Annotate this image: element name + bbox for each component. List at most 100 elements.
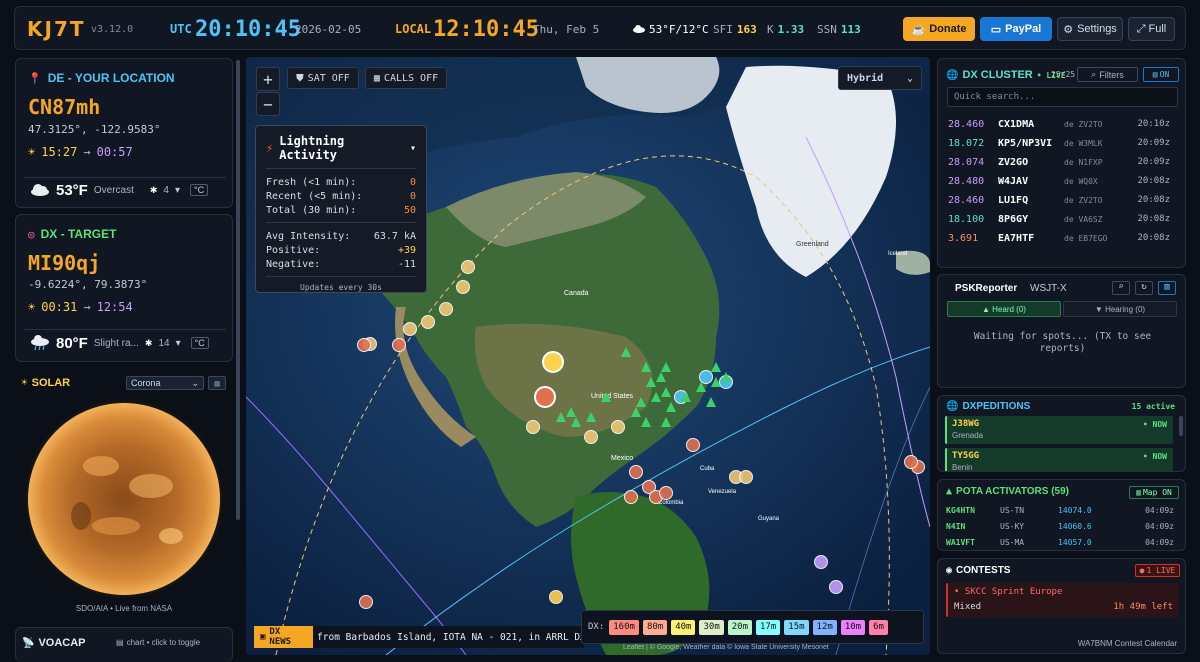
band-chip[interactable]: 15m bbox=[784, 619, 809, 635]
band-chip[interactable]: 40m bbox=[671, 619, 696, 635]
unit-toggle[interactable]: °C bbox=[190, 184, 209, 196]
spot-marker[interactable] bbox=[686, 438, 700, 452]
pota-row[interactable]: N4IN US-KY 14060.6 04:09z bbox=[946, 522, 1174, 531]
dx-spot-row[interactable]: 28.460 LU1FQ de ZV2TO 20:08z bbox=[948, 190, 1176, 210]
spot-marker[interactable] bbox=[829, 580, 843, 594]
band-chip[interactable]: 30m bbox=[699, 619, 724, 635]
pota-marker[interactable] bbox=[666, 402, 676, 412]
dx-spot-row[interactable]: 3.691 EA7HTF de EB7EGO 20:08z bbox=[948, 228, 1176, 248]
band-chip[interactable]: 12m bbox=[812, 619, 837, 635]
voacap-panel[interactable]: 📡 VOACAP ▤ chart • click to toggle bbox=[15, 627, 233, 662]
collapse-icon[interactable]: ▾ bbox=[410, 143, 416, 154]
spot-marker[interactable] bbox=[814, 555, 828, 569]
spot-marker[interactable] bbox=[549, 590, 563, 604]
station-marker[interactable] bbox=[542, 351, 564, 373]
unit-toggle[interactable]: °C bbox=[190, 337, 209, 349]
dx-cluster-filters-button[interactable]: ⌕ Filters bbox=[1077, 67, 1138, 82]
solar-image-select[interactable]: Corona ⌄ bbox=[126, 376, 204, 390]
spot-marker[interactable] bbox=[403, 322, 417, 336]
pota-map-toggle[interactable]: ▥ Map ON bbox=[1129, 486, 1179, 499]
pota-marker[interactable] bbox=[556, 412, 566, 422]
map-layer-select[interactable]: Hybrid ⌄ bbox=[838, 66, 922, 90]
spot-marker[interactable] bbox=[526, 420, 540, 434]
psk-tab-wsjtx[interactable]: WSJT-X bbox=[1030, 283, 1067, 294]
pota-marker[interactable] bbox=[651, 392, 661, 402]
pota-marker[interactable] bbox=[711, 362, 721, 372]
psk-heard-tab[interactable]: ▲ Heard (0) bbox=[947, 301, 1061, 317]
paypal-button[interactable]: ▭ PayPal bbox=[980, 17, 1052, 41]
dxpedition-item[interactable]: TY5GG Benin • NOW bbox=[945, 448, 1173, 471]
sat-toggle[interactable]: ⛊ SAT OFF bbox=[287, 67, 359, 89]
collapse-icon[interactable]: ▾ bbox=[175, 185, 180, 196]
spot-marker[interactable] bbox=[359, 595, 373, 609]
world-map[interactable]: Canada Greenland Iceland United States M… bbox=[246, 57, 930, 655]
collapse-icon[interactable]: ▾ bbox=[176, 338, 181, 349]
pota-marker[interactable] bbox=[621, 347, 631, 357]
contests-footer-link[interactable]: WA7BNM Contest Calendar bbox=[1078, 639, 1177, 648]
left-scrollbar[interactable] bbox=[236, 60, 240, 520]
pota-row[interactable]: WA1VFT US-MA 14057.0 04:09z bbox=[946, 538, 1174, 547]
band-chip[interactable]: 80m bbox=[642, 619, 668, 635]
pota-marker[interactable] bbox=[646, 377, 656, 387]
pota-marker[interactable] bbox=[721, 372, 731, 382]
dx-spot-row[interactable]: 28.074 ZV2GO de N1FXP 20:09z bbox=[948, 152, 1176, 172]
band-chip[interactable]: 20m bbox=[727, 619, 753, 635]
pota-row[interactable]: KG4HTN US-TN 14074.0 04:09z bbox=[946, 506, 1174, 515]
pota-marker[interactable] bbox=[706, 397, 716, 407]
spot-marker[interactable] bbox=[624, 490, 638, 504]
pota-marker[interactable] bbox=[656, 372, 666, 382]
band-chip[interactable]: 160m bbox=[609, 619, 639, 635]
pota-marker[interactable] bbox=[681, 392, 691, 402]
psk-tab-pskreporter[interactable]: PSKReporter bbox=[955, 283, 1017, 294]
psk-refresh-button[interactable]: ↻ bbox=[1135, 281, 1153, 295]
spot-marker[interactable] bbox=[461, 260, 475, 274]
station-marker[interactable] bbox=[534, 386, 556, 408]
psk-search-button[interactable]: ⌕ bbox=[1112, 281, 1130, 295]
dx-news-ticker[interactable]: ▣ DX NEWS from Barbados Island, IOTA NA -… bbox=[254, 626, 584, 648]
spot-marker[interactable] bbox=[659, 486, 673, 500]
pota-marker[interactable] bbox=[696, 382, 706, 392]
dx-spot-row[interactable]: 18.100 8P6GY de VA6SZ 20:08z bbox=[948, 209, 1176, 229]
pota-marker[interactable] bbox=[661, 387, 671, 397]
dx-spot-row[interactable]: 28.460 CX1DMA de ZV2TO 20:10z bbox=[948, 114, 1176, 134]
settings-button[interactable]: ⚙ Settings bbox=[1057, 17, 1123, 41]
spot-marker[interactable] bbox=[392, 338, 406, 352]
pota-marker[interactable] bbox=[601, 392, 611, 402]
dxpeditions-scrollbar[interactable] bbox=[1179, 416, 1183, 436]
band-chip[interactable]: 6m bbox=[869, 619, 888, 635]
pota-marker[interactable] bbox=[641, 417, 651, 427]
pota-marker[interactable] bbox=[566, 407, 576, 417]
spot-marker[interactable] bbox=[904, 455, 918, 469]
zoom-out-button[interactable]: − bbox=[256, 92, 280, 116]
donate-button[interactable]: ☕ Donate bbox=[903, 17, 975, 41]
contest-item[interactable]: • SKCC Sprint Europe Mixed 1h 49m left bbox=[946, 583, 1179, 617]
pota-marker[interactable] bbox=[661, 362, 671, 372]
spot-marker[interactable] bbox=[584, 430, 598, 444]
spot-marker[interactable] bbox=[439, 302, 453, 316]
spot-marker[interactable] bbox=[629, 465, 643, 479]
calls-toggle[interactable]: ▦ CALLS OFF bbox=[365, 67, 447, 89]
spot-marker[interactable] bbox=[611, 420, 625, 434]
dx-cluster-map-toggle[interactable]: ▥ ON bbox=[1143, 67, 1179, 82]
dx-spot-row[interactable]: 28.480 W4JAV de WQ0X 20:08z bbox=[948, 171, 1176, 191]
spot-marker[interactable] bbox=[421, 315, 435, 329]
pota-marker[interactable] bbox=[571, 417, 581, 427]
pota-marker[interactable] bbox=[631, 407, 641, 417]
pota-marker[interactable] bbox=[711, 377, 721, 387]
psk-hearing-tab[interactable]: ▼ Hearing (0) bbox=[1063, 301, 1177, 317]
psk-map-button[interactable]: ▥ bbox=[1158, 281, 1176, 295]
spot-marker[interactable] bbox=[739, 470, 753, 484]
dx-cluster-search-input[interactable]: Quick search... bbox=[947, 87, 1178, 107]
band-chip[interactable]: 10m bbox=[840, 619, 866, 635]
band-chip[interactable]: 17m bbox=[756, 619, 781, 635]
dx-spot-row[interactable]: 18.072 KP5/NP3VI de W3MLK 20:09z bbox=[948, 133, 1176, 153]
solar-expand-button[interactable]: ▥ bbox=[208, 376, 226, 390]
pota-marker[interactable] bbox=[641, 362, 651, 372]
pota-marker[interactable] bbox=[661, 417, 671, 427]
spot-marker[interactable] bbox=[456, 280, 470, 294]
fullscreen-button[interactable]: ⤢ Full bbox=[1128, 17, 1175, 41]
pota-marker[interactable] bbox=[636, 397, 646, 407]
dxpedition-item[interactable]: J38WG Grenada • NOW bbox=[945, 416, 1173, 444]
spot-marker[interactable] bbox=[357, 338, 371, 352]
pota-marker[interactable] bbox=[586, 412, 596, 422]
